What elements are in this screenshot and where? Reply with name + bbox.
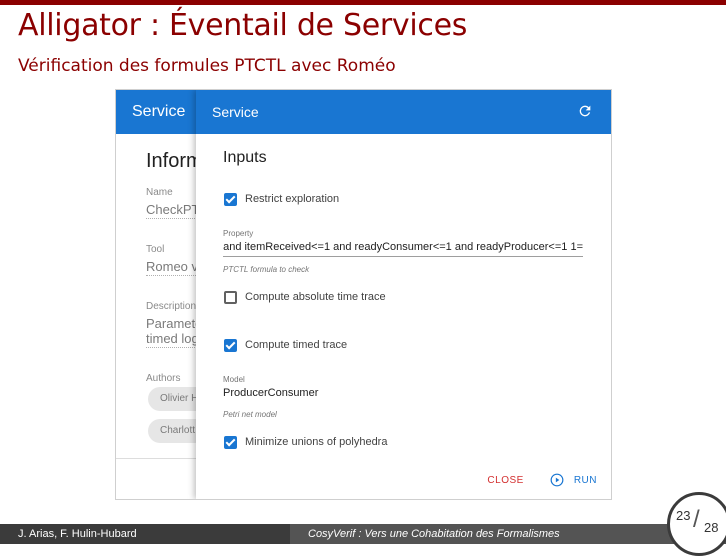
minimize-unions-checkbox[interactable]: Minimize unions of polyhedra: [224, 434, 387, 450]
property-label: Property: [223, 229, 254, 238]
checkbox-checked-icon[interactable]: [224, 192, 237, 206]
run-button[interactable]: RUN: [550, 473, 597, 487]
checkbox-checked-icon[interactable]: [224, 435, 237, 449]
slide-title: Alligator : Éventail de Services: [18, 8, 468, 43]
absolute-time-trace-label: Compute absolute time trace: [245, 291, 386, 303]
dialog-actions: CLOSE RUN: [487, 473, 597, 487]
timed-trace-checkbox[interactable]: Compute timed trace: [224, 337, 347, 353]
page-total: 28: [704, 520, 719, 535]
name-label: Name: [146, 187, 173, 198]
description-label: Description: [146, 301, 197, 312]
background-app-title: Service: [132, 103, 186, 120]
name-value: CheckPT: [146, 202, 200, 219]
restrict-exploration-checkbox[interactable]: Restrict exploration: [224, 191, 339, 207]
divider: [116, 458, 206, 459]
model-label: Model: [223, 375, 245, 384]
absolute-time-trace-checkbox[interactable]: Compute absolute time trace: [224, 289, 386, 305]
page-current: 23: [676, 508, 691, 523]
top-accent-bar: [0, 0, 726, 5]
model-help-text: Petri net model: [223, 410, 277, 419]
refresh-icon[interactable]: [577, 103, 593, 119]
restrict-exploration-label: Restrict exploration: [245, 193, 340, 205]
description-value-line2: timed log: [146, 331, 199, 348]
service-dialog: Service Inputs Restrict exploration Prop…: [196, 90, 611, 499]
run-button-label[interactable]: RUN: [574, 475, 597, 486]
footer-talk-title: CosyVerif : Vers une Cohabitation des Fo…: [290, 524, 726, 544]
authors-label: Authors: [146, 373, 181, 384]
information-panel-title: Inform: [146, 150, 203, 172]
dialog-title: Service: [212, 104, 259, 120]
tool-label: Tool: [146, 244, 165, 255]
slide-subtitle: Vérification des formules PTCTL avec Rom…: [18, 56, 396, 76]
model-select[interactable]: ProducerConsumer: [223, 387, 583, 402]
timed-trace-label: Compute timed trace: [245, 339, 348, 351]
checkbox-unchecked-icon[interactable]: [224, 290, 237, 304]
property-input[interactable]: =1 and itemReceived<=1 and readyConsumer…: [223, 241, 583, 257]
play-circle-icon[interactable]: [550, 473, 564, 487]
slide-footer: J. Arias, F. Hulin-Hubard CosyVerif : Ve…: [0, 524, 726, 544]
description-value-line1: Paramete: [146, 316, 203, 331]
property-help-text: PTCTL formula to check: [223, 265, 310, 274]
close-button[interactable]: CLOSE: [487, 475, 523, 486]
checkbox-checked-icon[interactable]: [224, 338, 237, 352]
footer-authors: J. Arias, F. Hulin-Hubard: [0, 524, 290, 544]
app-screenshot: Service Inform Name CheckPT Tool Romeo v…: [115, 89, 612, 500]
tool-value: Romeo v: [146, 259, 199, 276]
inputs-section-title: Inputs: [223, 149, 267, 166]
dialog-header: Service: [196, 90, 611, 134]
minimize-unions-label: Minimize unions of polyhedra: [245, 436, 388, 448]
page-separator: /: [693, 506, 700, 533]
